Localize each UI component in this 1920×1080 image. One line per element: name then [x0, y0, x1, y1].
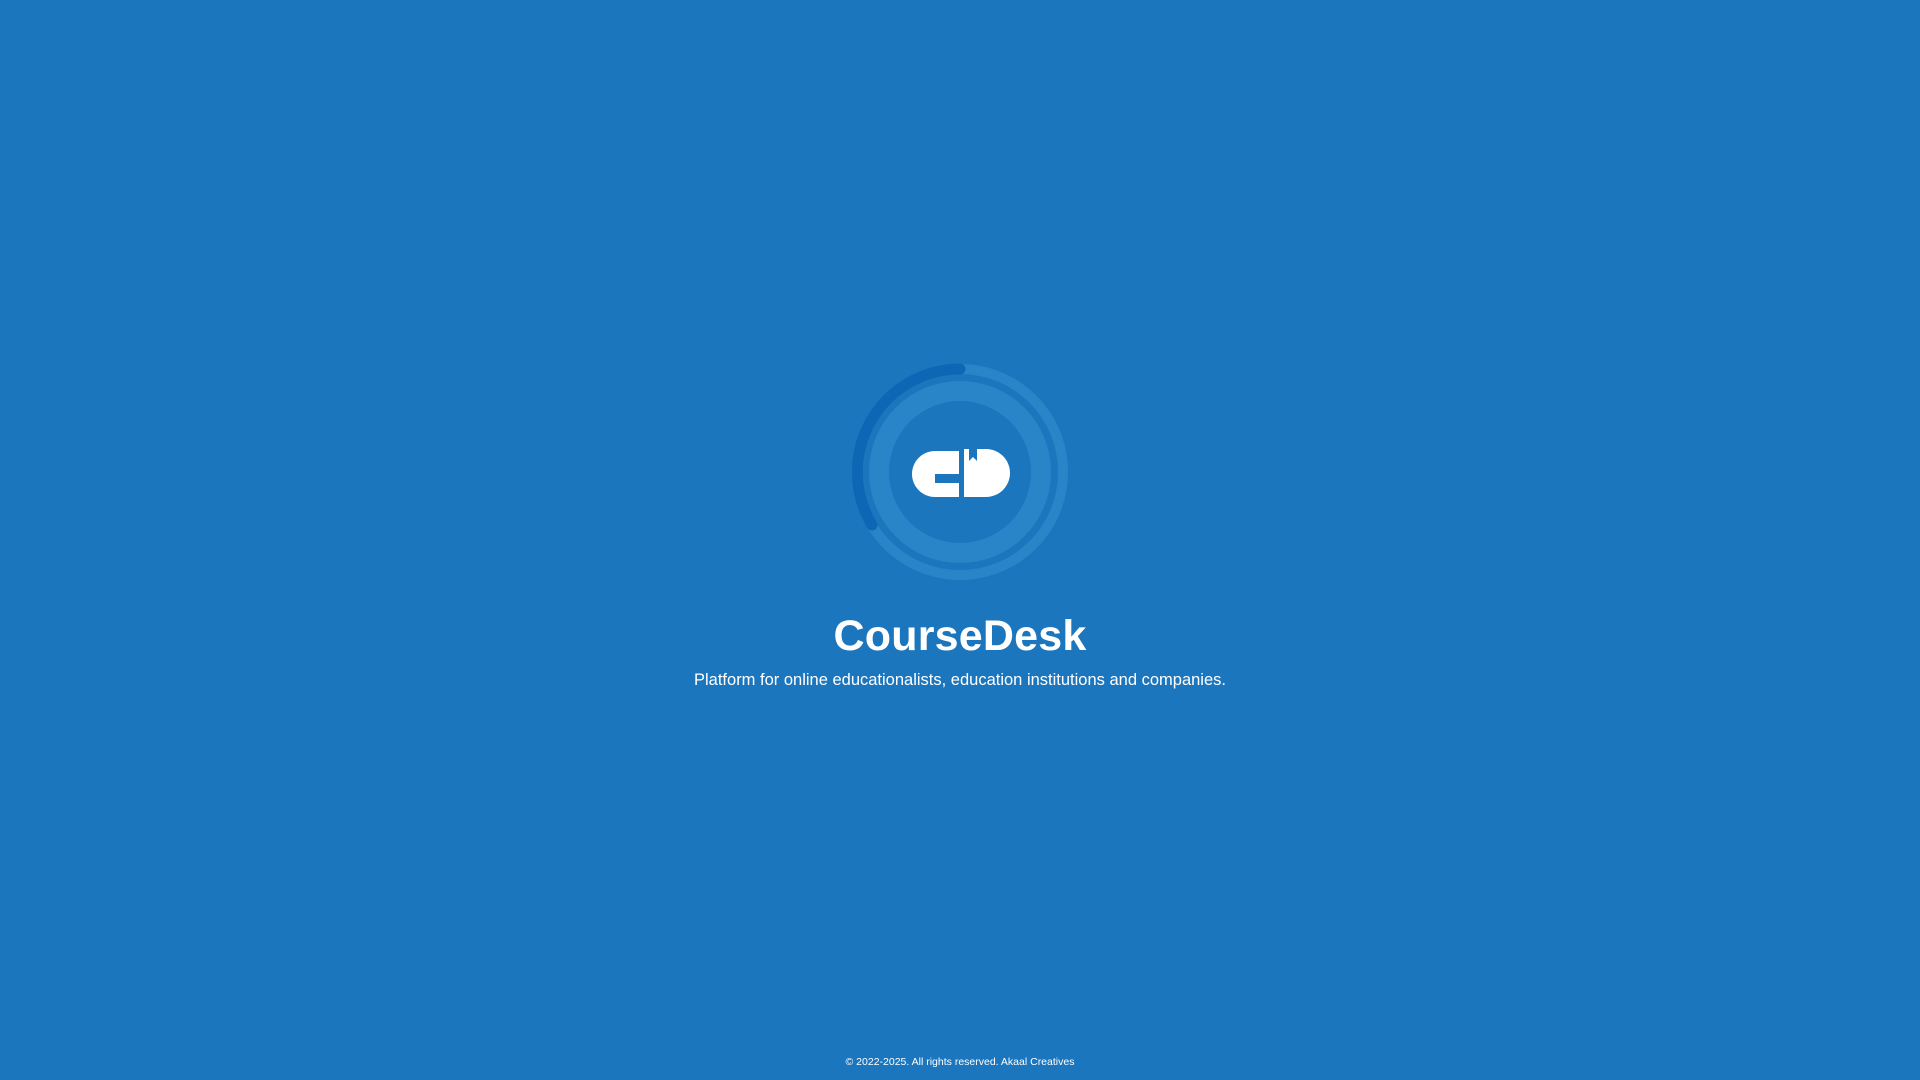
app-title: CourseDesk — [833, 612, 1087, 660]
app-tagline: Platform for online educationalists, edu… — [694, 671, 1226, 689]
splash-screen: CourseDesk Platform for online education… — [0, 0, 1920, 1080]
coursedesk-logo-icon — [869, 381, 1051, 563]
logo-container — [849, 361, 1071, 583]
footer-copyright: © 2022-2025. All rights reserved. Akaal … — [845, 1056, 1075, 1068]
